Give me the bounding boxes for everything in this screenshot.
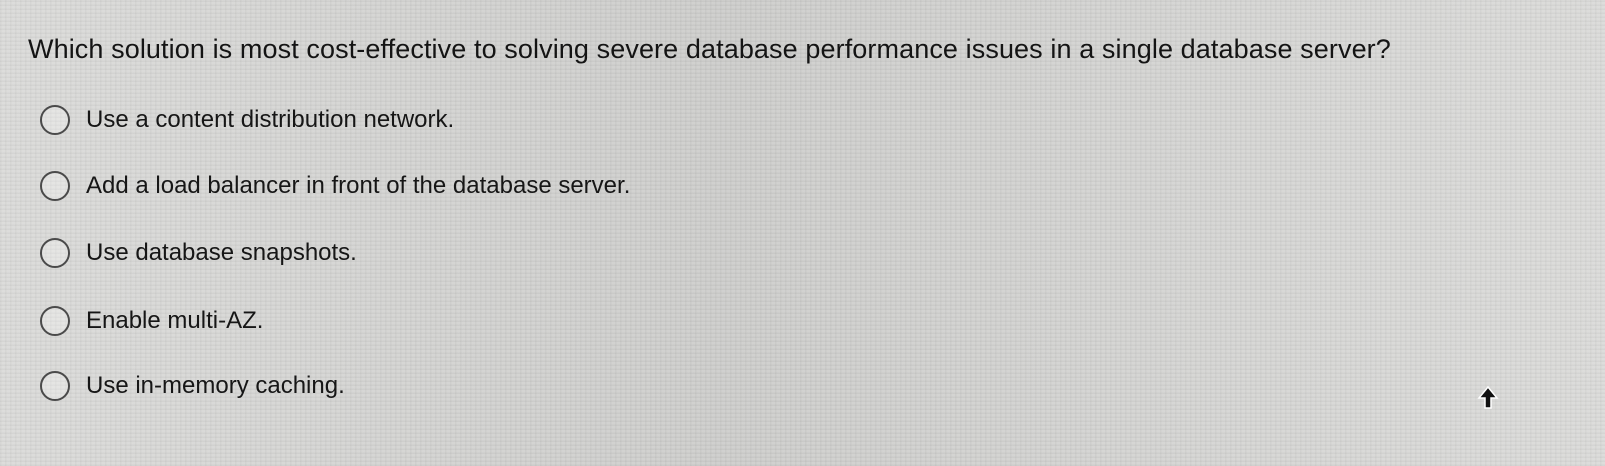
mouse-pointer-icon bbox=[1477, 386, 1499, 409]
radio-button-icon[interactable] bbox=[40, 171, 70, 201]
answer-option[interactable]: Use database snapshots. bbox=[40, 235, 357, 271]
question-text: Which solution is most cost-effective to… bbox=[28, 34, 1391, 64]
radio-button-icon[interactable] bbox=[40, 238, 70, 268]
answer-option[interactable]: Use in-memory caching. bbox=[40, 368, 345, 404]
answer-option-label: Add a load balancer in front of the data… bbox=[86, 172, 631, 199]
answer-option[interactable]: Use a content distribution network. bbox=[40, 102, 454, 138]
radio-button-icon[interactable] bbox=[40, 105, 70, 135]
radio-button-icon[interactable] bbox=[40, 306, 70, 336]
quiz-question-panel: Which solution is most cost-effective to… bbox=[0, 0, 1605, 466]
answer-option-label: Enable multi-AZ. bbox=[86, 307, 264, 334]
answer-option[interactable]: Add a load balancer in front of the data… bbox=[40, 168, 630, 204]
answer-option[interactable]: Enable multi-AZ. bbox=[40, 303, 263, 339]
radio-button-icon[interactable] bbox=[40, 371, 70, 401]
answer-option-label: Use a content distribution network. bbox=[86, 106, 455, 133]
answer-option-label: Use database snapshots. bbox=[86, 239, 357, 266]
answer-option-label: Use in-memory caching. bbox=[86, 372, 345, 399]
